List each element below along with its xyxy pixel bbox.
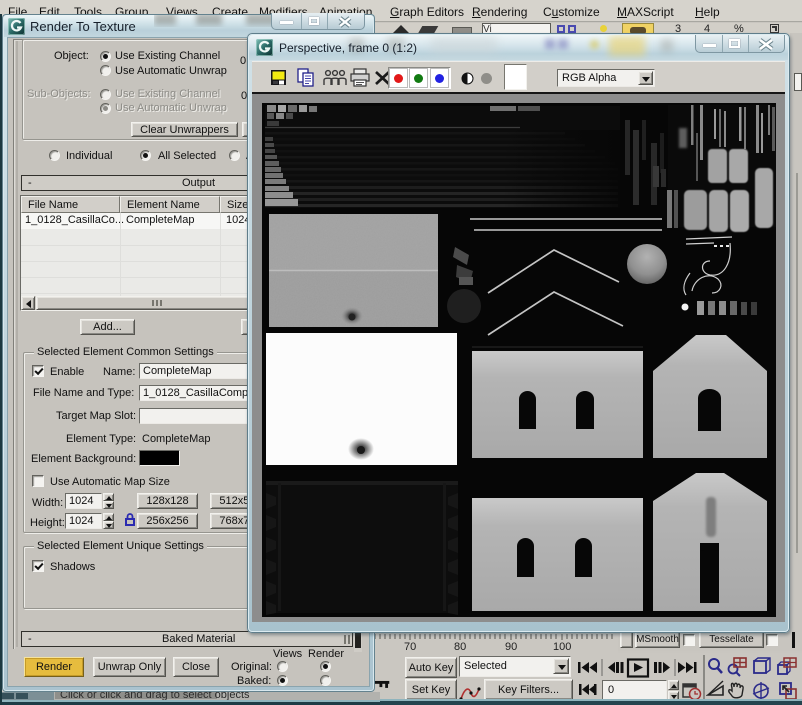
svg-text:80: 80	[454, 641, 466, 653]
svg-text:100: 100	[553, 641, 571, 653]
svg-text:90: 90	[505, 641, 517, 653]
svg-text:70: 70	[404, 641, 416, 653]
